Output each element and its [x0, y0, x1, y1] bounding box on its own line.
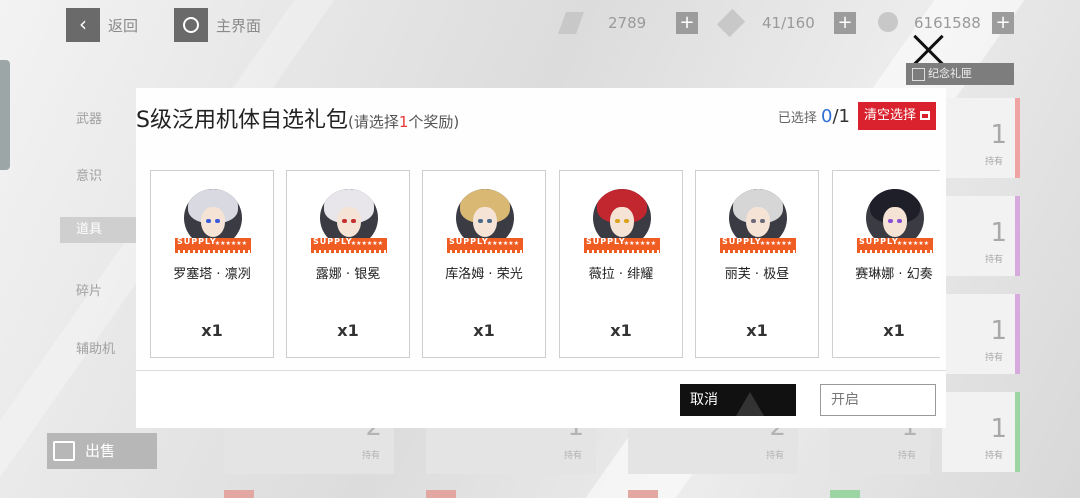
selected-label: 已选择 — [777, 111, 817, 126]
item-count: 1 — [990, 120, 1007, 150]
category-memory[interactable]: 意识 — [76, 165, 102, 184]
rank-badge: SUPPLY ★★★★★★ — [311, 237, 387, 253]
coin-icon — [878, 12, 898, 32]
rank-badge: SUPPLY ★★★★★★ — [447, 237, 523, 253]
item-count: 1 — [990, 316, 1007, 346]
character-name: 赛琳娜 · 幻奏 — [855, 267, 933, 282]
home-label[interactable]: 主界面 — [216, 15, 261, 36]
item-owned-label: 持有 — [563, 451, 582, 461]
rarity-tag — [830, 490, 860, 498]
character-name: 丽芙 · 极昼 — [724, 267, 790, 282]
memorial-box-tab[interactable]: 纪念礼匣 — [906, 63, 1014, 85]
back-label[interactable]: 返回 — [108, 15, 138, 36]
item-count: 1 — [990, 218, 1007, 248]
rank-badge: SUPPLY ★★★★★★ — [584, 237, 660, 253]
dialog-title: S级泛用机体自选礼包(请选择1个奖励) — [136, 102, 459, 134]
reward-option-card[interactable]: SUPPLY ★★★★★★ 丽芙 · 极昼 x1 — [695, 170, 819, 358]
rarity-tag — [628, 490, 658, 498]
item-owned-label: 持有 — [984, 255, 1003, 265]
add-resource-button[interactable]: + — [992, 12, 1014, 34]
clear-selection-label: 清空选择 — [864, 108, 917, 123]
inventory-card[interactable]: 1 持有 — [942, 98, 1020, 178]
category-weapon[interactable]: 武器 — [76, 108, 102, 127]
character-name: 露娜 · 银冕 — [315, 267, 381, 282]
selected-total: /1 — [832, 106, 850, 127]
back-button[interactable]: ‹ — [66, 8, 100, 42]
reward-option-card[interactable]: SUPPLY ★★★★★★ 赛琳娜 · 幻奏 x1 — [832, 170, 940, 358]
item-owned-label: 持有 — [765, 451, 784, 461]
add-resource-button[interactable]: + — [834, 12, 856, 34]
resource-value: 41/160 — [762, 14, 815, 32]
rank-badge: SUPPLY ★★★★★★ — [857, 237, 933, 253]
dialog-subtitle: (请选择1个奖励) — [347, 113, 460, 131]
dialog-title-text: S级泛用机体自选礼包 — [136, 108, 348, 133]
reward-quantity: x1 — [883, 321, 905, 340]
sell-button[interactable]: 出售 — [47, 433, 157, 469]
open-button[interactable]: 开启 — [820, 384, 936, 416]
item-owned-label: 持有 — [984, 353, 1003, 363]
inventory-card[interactable]: 1 持有 — [942, 196, 1020, 276]
item-owned-label: 持有 — [897, 451, 916, 461]
item-owned-label: 持有 — [361, 451, 380, 461]
rarity-tag — [224, 490, 254, 498]
chevron-left-icon: ‹ — [79, 12, 87, 36]
selected-counter: 已选择 0/1 — [778, 106, 850, 127]
category-items[interactable]: 道具 — [60, 217, 140, 243]
selected-current: 0 — [821, 106, 833, 127]
item-owned-label: 持有 — [984, 157, 1003, 167]
item-owned-label: 持有 — [984, 451, 1003, 461]
sell-label: 出售 — [85, 442, 116, 460]
reward-option-card[interactable]: SUPPLY ★★★★★★ 罗塞塔 · 凛冽 x1 — [150, 170, 274, 358]
reward-options: SUPPLY ★★★★★★ 罗塞塔 · 凛冽 x1 SUPPLY ★★★★★★ 露娜… — [150, 170, 940, 358]
trash-icon — [920, 111, 930, 120]
dialog-actions: 取消 开启 — [136, 370, 946, 428]
rank-badge: SUPPLY ★★★★★★ — [720, 237, 796, 253]
item-count: 1 — [990, 414, 1007, 444]
side-drawer-tab[interactable] — [0, 60, 10, 170]
inventory-card[interactable]: 1 持有 — [942, 294, 1020, 374]
character-name: 薇拉 · 绯耀 — [588, 267, 654, 282]
rarity-tag — [426, 490, 456, 498]
inventory-card[interactable]: 1 持有 — [942, 392, 1020, 472]
cancel-button[interactable]: 取消 — [680, 384, 796, 416]
rank-badge: SUPPLY ★★★★★★ — [175, 237, 251, 253]
reward-quantity: x1 — [473, 321, 495, 340]
add-resource-button[interactable]: + — [676, 12, 698, 34]
reward-option-card[interactable]: SUPPLY ★★★★★★ 库洛姆 · 荣光 x1 — [422, 170, 546, 358]
reward-option-card[interactable]: SUPPLY ★★★★★★ 露娜 · 银冕 x1 — [286, 170, 410, 358]
reward-quantity: x1 — [201, 321, 223, 340]
ticket-icon — [557, 12, 585, 34]
reward-quantity: x1 — [337, 321, 359, 340]
sell-icon — [53, 441, 75, 461]
category-support[interactable]: 辅助机 — [76, 338, 115, 357]
reward-quantity: x1 — [610, 321, 632, 340]
reward-option-card[interactable]: SUPPLY ★★★★★★ 薇拉 · 绯耀 x1 — [559, 170, 683, 358]
home-button[interactable] — [174, 8, 208, 42]
resource-value: 2789 — [608, 14, 647, 32]
clear-selection-button[interactable]: 清空选择 — [858, 102, 936, 130]
character-name: 库洛姆 · 荣光 — [445, 267, 523, 282]
wrench-icon — [716, 8, 746, 38]
character-name: 罗塞塔 · 凛冽 — [173, 267, 251, 282]
reward-quantity: x1 — [746, 321, 768, 340]
category-fragments[interactable]: 碎片 — [76, 280, 102, 299]
gift-pack-dialog: S级泛用机体自选礼包(请选择1个奖励) 已选择 0/1 清空选择 SUPPLY ★… — [136, 88, 946, 370]
